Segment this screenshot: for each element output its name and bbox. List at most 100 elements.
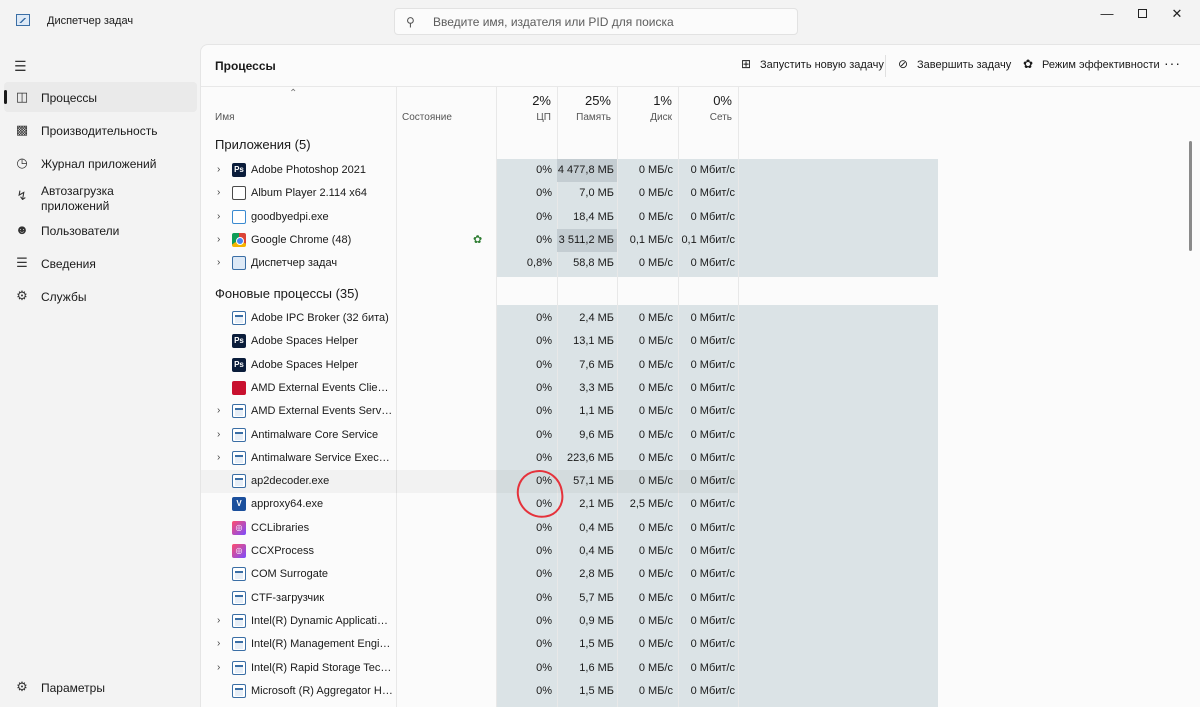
sidebar-item-performance[interactable]: ▩ Производительность: [4, 115, 197, 145]
cpu-total: 2%: [532, 93, 551, 108]
group-header-background: Фоновые процессы (35): [215, 286, 359, 301]
sidebar-item-app-history[interactable]: ◷ Журнал приложений: [4, 148, 197, 178]
sidebar-item-startup[interactable]: ↯ Автозагрузка приложений: [4, 181, 197, 217]
chevron-right-icon[interactable]: ›: [217, 164, 220, 175]
vertical-scrollbar[interactable]: [1189, 141, 1192, 251]
chevron-right-icon[interactable]: ›: [217, 662, 220, 673]
chevron-right-icon[interactable]: ›: [217, 257, 220, 268]
process-row[interactable]: COM Surrogate 0% 2,8 МБ 0 МБ/с 0 Мбит/с: [201, 563, 738, 586]
cpu-value: 0%: [536, 312, 552, 324]
more-options-icon[interactable]: ···: [1164, 55, 1181, 71]
process-row[interactable]: Vapproxy64.exe 0% 2,1 МБ 2,5 МБ/с 0 Мбит/с: [201, 493, 738, 516]
close-button[interactable]: ✕: [1154, 0, 1200, 30]
process-row[interactable]: Microsoft (R) Aggregator Host 0% 1,5 МБ 0 М…: [201, 680, 738, 703]
process-row[interactable]: › goodbyedpi.exe 0% 18,4 МБ 0 МБ/с 0 Мбит/с: [201, 206, 738, 229]
column-header-memory[interactable]: 25% Память: [557, 87, 617, 128]
cpu-value: 0%: [536, 187, 552, 200]
hamburger-menu-icon[interactable]: ☰: [14, 58, 27, 75]
chevron-right-icon[interactable]: ›: [217, 234, 220, 245]
process-row[interactable]: › Intel(R) Management Engine ... 0% 1,5 МБ 0…: [201, 633, 738, 656]
column-header-cpu[interactable]: 2% ЦП: [496, 87, 557, 128]
column-header-status[interactable]: Состояние: [402, 112, 452, 123]
process-row[interactable]: › Album Player 2.114 x64 0% 7,0 МБ 0 МБ/с 0 М…: [201, 182, 738, 205]
process-row[interactable]: AMD External Events Client M... 0% 3,3 МБ 0…: [201, 377, 738, 400]
process-row[interactable]: › AMD External Events Service ... 0% 1,1 МБ…: [201, 400, 738, 423]
sidebar-item-services[interactable]: ⚙ Службы: [4, 281, 197, 311]
photoshop-icon: Ps: [232, 163, 246, 177]
performance-icon: ▩: [15, 122, 29, 137]
service-window-icon: [232, 567, 246, 582]
memory-value: 5,7 МБ: [579, 591, 614, 604]
cpu-value: 0,8%: [526, 257, 552, 270]
end-task-button[interactable]: ⊘ Завершить задачу: [898, 57, 1011, 77]
column-header-network[interactable]: 0% Сеть: [678, 87, 738, 128]
chevron-right-icon[interactable]: ›: [217, 211, 220, 222]
network-value: 0 Мбит/с: [690, 591, 735, 604]
chevron-right-icon[interactable]: ›: [217, 615, 220, 626]
users-icon: ☻: [15, 222, 29, 237]
network-value: 0 Мбит/с: [690, 568, 735, 581]
end-task-label: Завершить задачу: [917, 59, 1012, 71]
process-name: Microsoft (R) Aggregator Host: [251, 684, 394, 697]
service-window-icon: [232, 450, 246, 465]
search-input[interactable]: [433, 13, 783, 30]
search-box[interactable]: ⚲: [394, 8, 798, 35]
process-name: CTF-загрузчик: [251, 591, 325, 604]
efficiency-mode-button[interactable]: ✿ Режим эффективности: [1023, 57, 1160, 77]
chevron-right-icon[interactable]: ›: [217, 452, 220, 463]
page-title: Процессы: [215, 59, 276, 73]
process-name: Adobe IPC Broker (32 бита): [251, 312, 389, 324]
memory-value: 2,8 МБ: [579, 568, 614, 581]
process-row[interactable]: Ps Adobe Spaces Helper 0% 7,6 МБ 0 МБ/с 0 Мби…: [201, 354, 738, 377]
process-row[interactable]: CTF-загрузчик 0% 5,7 МБ 0 МБ/с 0 Мбит/с: [201, 587, 738, 610]
process-row[interactable]: › Ps Adobe Photoshop 2021 0% 4 477,8 МБ 0 МБ/…: [201, 159, 738, 182]
chevron-right-icon[interactable]: ›: [217, 638, 220, 649]
album-player-icon: [232, 186, 246, 201]
search-icon: ⚲: [406, 15, 415, 29]
process-row[interactable]: › Intel(R) Dynamic Application ... 0% 0,9 М…: [201, 610, 738, 633]
network-value: 0 Мбит/с: [690, 405, 735, 418]
cpu-value: 0%: [536, 451, 552, 464]
network-value: 0 Мбит/с: [690, 451, 735, 464]
process-row[interactable]: › Antimalware Core Service 0% 9,6 МБ 0 МБ/с 0…: [201, 424, 738, 447]
chevron-right-icon[interactable]: ›: [217, 187, 220, 198]
network-value: 0 Мбит/с: [690, 358, 735, 371]
efficiency-label: Режим эффективности: [1042, 59, 1160, 71]
process-row[interactable]: › Intel(R) Rapid Storage Technol... 0% 1,6 …: [201, 657, 738, 680]
sort-up-icon: ⌃: [289, 88, 298, 99]
process-row[interactable]: Adobe IPC Broker (32 бита) 0% 2,4 МБ 0 МБ/с…: [201, 307, 738, 330]
process-row[interactable]: Ps Adobe Spaces Helper 0% 13,1 МБ 0 МБ/с 0 Мб…: [201, 330, 738, 353]
process-row[interactable]: ◎ CCXProcess 0% 0,4 МБ 0 МБ/с 0 Мбит/с: [201, 540, 738, 563]
photoshop-icon: Ps: [232, 357, 246, 372]
cpu-value: 0%: [536, 521, 552, 534]
cpu-value: 0%: [536, 568, 552, 581]
sidebar-item-users[interactable]: ☻ Пользователи: [4, 215, 197, 245]
process-row[interactable]: › Диспетчер задач 0,8% 58,8 МБ 0 МБ/с 0 Мбит/…: [201, 252, 738, 275]
sidebar-item-details[interactable]: ☰ Сведения: [4, 248, 197, 278]
process-row[interactable]: ap2decoder.exe 0% 57,1 МБ 0 МБ/с 0 Мбит/с: [201, 470, 738, 493]
process-row[interactable]: › Google Chrome (48) ✿ 0% 3 511,2 МБ 0,1 МБ/с…: [201, 228, 738, 252]
process-name: Album Player 2.114 x64: [251, 187, 367, 200]
service-window-icon: [232, 404, 246, 419]
network-value: 0 Мбит/с: [690, 257, 735, 270]
network-value: 0 Мбит/с: [690, 381, 735, 394]
process-name: Intel(R) Rapid Storage Technol...: [251, 661, 394, 674]
memory-value: 0,4 МБ: [579, 545, 614, 557]
memory-value: 4 477,8 МБ: [557, 164, 614, 176]
run-new-task-button[interactable]: ⊞ Запустить новую задачу: [741, 57, 884, 77]
goodbyedpi-icon: [232, 209, 246, 224]
disk-value: 0 МБ/с: [638, 475, 673, 488]
creative-cloud-icon: ◎: [232, 520, 246, 535]
process-row[interactable]: ◎ CCLibraries 0% 0,4 МБ 0 МБ/с 0 Мбит/с: [201, 517, 738, 540]
chevron-right-icon[interactable]: ›: [217, 405, 220, 416]
disk-value: 0 МБ/с: [638, 187, 673, 200]
column-header-name[interactable]: Имя: [215, 112, 234, 123]
sidebar-item-settings[interactable]: ⚙ Параметры: [4, 672, 197, 702]
network-value: 0 Мбит/с: [690, 684, 735, 697]
sidebar-item-processes[interactable]: ◫ Процессы: [4, 82, 197, 112]
process-row[interactable]: › Antimalware Service Executable 0% 223,6 М…: [201, 447, 738, 470]
network-value: 0 Мбит/с: [690, 638, 735, 651]
column-header-disk[interactable]: 1% Диск: [617, 87, 678, 128]
disk-value: 0 МБ/с: [638, 545, 673, 557]
chevron-right-icon[interactable]: ›: [217, 429, 220, 440]
